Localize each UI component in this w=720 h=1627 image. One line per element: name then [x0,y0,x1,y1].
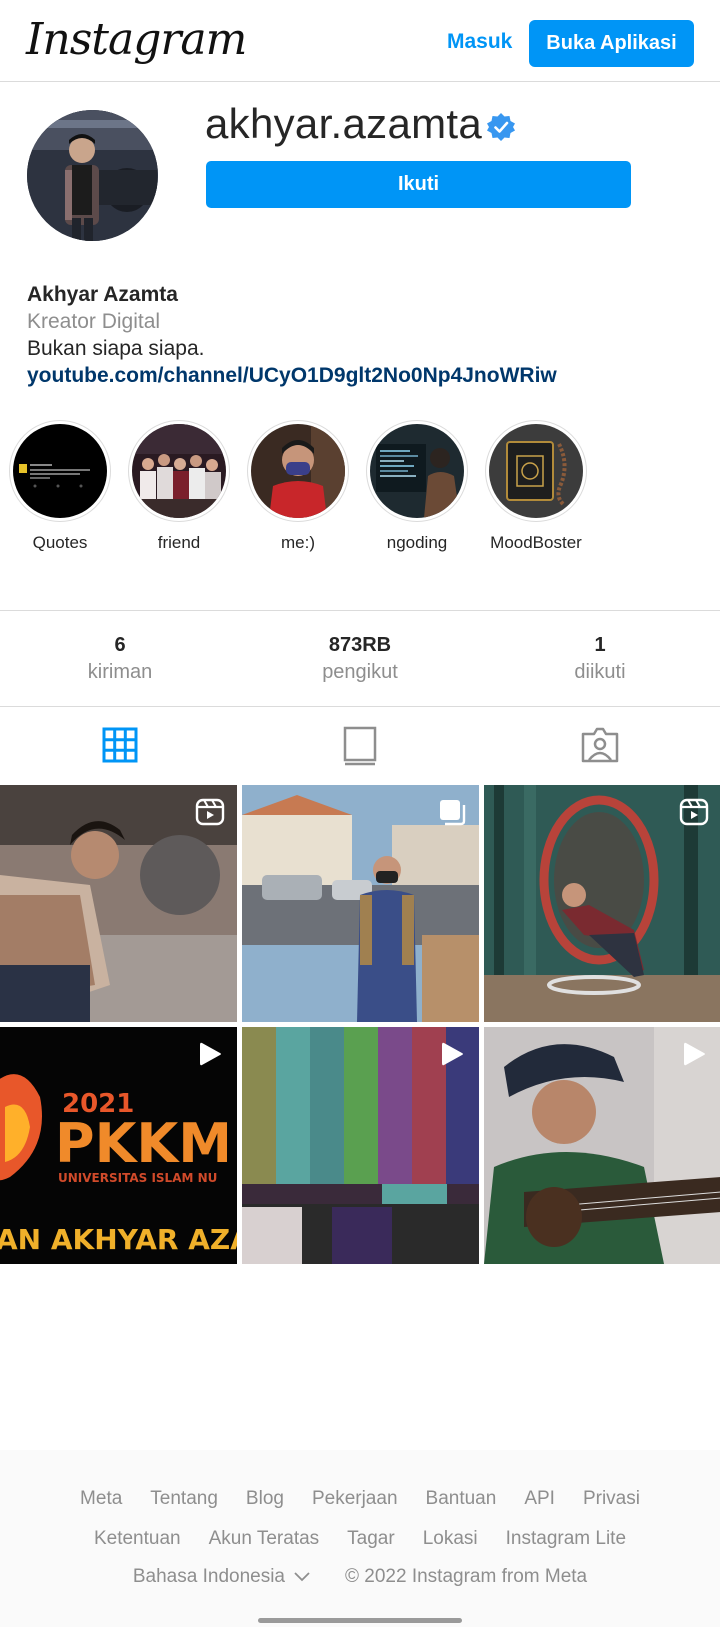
profile-stats: 6 kiriman 873RB pengikut 1 diikuti [0,610,720,707]
highlight-cover-ngoding [370,424,464,518]
story-highlights: Quotes friend me:) ngoding MoodBoster [9,420,587,553]
profile-tabs [0,707,720,783]
footer-links-row: Ketentuan Akun Teratas Tagar Lokasi Inst… [0,1528,720,1550]
open-app-button[interactable]: Buka Aplikasi [529,20,694,67]
tagged-icon [581,727,619,763]
highlight-label: ngoding [386,533,448,552]
follow-button[interactable]: Ikuti [206,161,631,208]
post-thumbnail[interactable] [242,1027,479,1264]
highlight-item[interactable]: me:) [247,420,349,553]
highlight-cover-moodboster [489,424,583,518]
footer-link[interactable]: Bantuan [426,1488,497,1510]
highlight-item[interactable]: Quotes [9,420,111,553]
full-name: Akhyar Azamta [27,283,178,306]
verified-badge-icon [487,113,516,141]
reel-badge-icon [195,798,225,826]
stat-label: diikuti [574,660,626,683]
highlight-item[interactable]: ngoding [366,420,468,553]
svg-text:PKKM: PKKM [55,1112,232,1175]
highlight-item[interactable]: friend [128,420,230,553]
highlight-label: MoodBoster [490,533,582,552]
home-indicator-bar [258,1618,462,1623]
profile-bio: Akhyar Azamta Kreator Digital Bukan siap… [27,281,707,389]
highlight-label: me:) [281,533,315,552]
bio-link[interactable]: youtube.com/channel/UCyO1D9glt2No0Np4Jno… [27,362,707,389]
post-thumbnail[interactable] [484,1027,720,1264]
tab-reels[interactable] [240,707,480,783]
footer-link[interactable]: Instagram Lite [506,1528,626,1550]
highlight-item[interactable]: MoodBoster [485,420,587,553]
highlight-cover-me [251,424,345,518]
login-link[interactable]: Masuk [447,30,512,54]
tab-posts[interactable] [0,707,240,783]
followers-count[interactable]: 873RB pengikut [240,611,480,706]
following-count[interactable]: 1 diikuti [480,611,720,706]
footer-link[interactable]: Ketentuan [94,1528,181,1550]
svg-text:UNIVERSITAS ISLAM NU: UNIVERSITAS ISLAM NU [58,1171,217,1185]
bio-text: Bukan siapa siapa. [27,337,205,360]
username-row: akhyar.azamta [205,100,516,148]
post-thumbnail[interactable] [484,785,720,1022]
category-label: Kreator Digital [27,310,161,333]
svg-text:AN AKHYAR AZAM: AN AKHYAR AZAM [0,1223,237,1256]
post-thumbnail[interactable]: 2021 PKKM UNIVERSITAS ISLAM NU AN AKHYAR… [0,1027,237,1264]
reels-icon [343,726,377,766]
stat-value: 1 [594,633,606,656]
highlight-cover-quotes [13,424,107,518]
stat-value: 873RB [328,633,392,656]
highlight-label: friend [157,533,201,552]
footer-links-row: Meta Tentang Blog Pekerjaan Bantuan API … [0,1488,720,1510]
chevron-down-icon [294,1572,310,1582]
stat-label: kiriman [87,660,153,683]
username: akhyar.azamta [205,100,483,147]
play-badge-icon [684,1042,705,1066]
highlight-cover-friend [132,424,226,518]
footer-link[interactable]: Akun Teratas [209,1528,320,1550]
stat-label: pengikut [322,660,398,683]
footer-link[interactable]: Pekerjaan [312,1488,398,1510]
post-thumbnail[interactable] [0,785,237,1022]
play-badge-icon [200,1042,221,1066]
post-thumbnail[interactable] [242,785,479,1022]
top-header: Instagram Masuk Buka Aplikasi [0,0,720,82]
play-badge-icon [442,1042,463,1066]
avatar-photo [27,110,158,241]
highlight-label: Quotes [32,533,88,552]
instagram-logo[interactable]: Instagram [26,14,247,65]
highlight-ring [128,420,230,522]
highlight-ring [247,420,349,522]
tab-tagged[interactable] [480,707,720,783]
footer-bottom-row: Bahasa Indonesia © 2022 Instagram from M… [0,1566,720,1588]
highlight-ring [9,420,111,522]
footer-link[interactable]: Lokasi [423,1528,478,1550]
footer-link[interactable]: Tagar [347,1528,395,1550]
footer-link[interactable]: Privasi [583,1488,640,1510]
footer-link[interactable]: Meta [80,1488,122,1510]
profile-avatar[interactable] [27,110,158,241]
copyright-text: © 2022 Instagram from Meta [345,1566,588,1587]
highlight-ring [366,420,468,522]
stat-value: 6 [114,633,126,656]
carousel-badge-icon [440,800,466,826]
posts-grid: 2021 PKKM UNIVERSITAS ISLAM NU AN AKHYAR… [0,785,720,1264]
footer-link[interactable]: Blog [246,1488,284,1510]
grid-icon [102,727,138,763]
language-selector[interactable]: Bahasa Indonesia [133,1566,311,1588]
language-label: Bahasa Indonesia [132,1566,285,1587]
footer: Meta Tentang Blog Pekerjaan Bantuan API … [0,1450,720,1627]
footer-link[interactable]: API [524,1488,555,1510]
highlight-ring [485,420,587,522]
reel-badge-icon [679,798,709,826]
footer-link[interactable]: Tentang [150,1488,218,1510]
posts-count: 6 kiriman [0,611,240,706]
